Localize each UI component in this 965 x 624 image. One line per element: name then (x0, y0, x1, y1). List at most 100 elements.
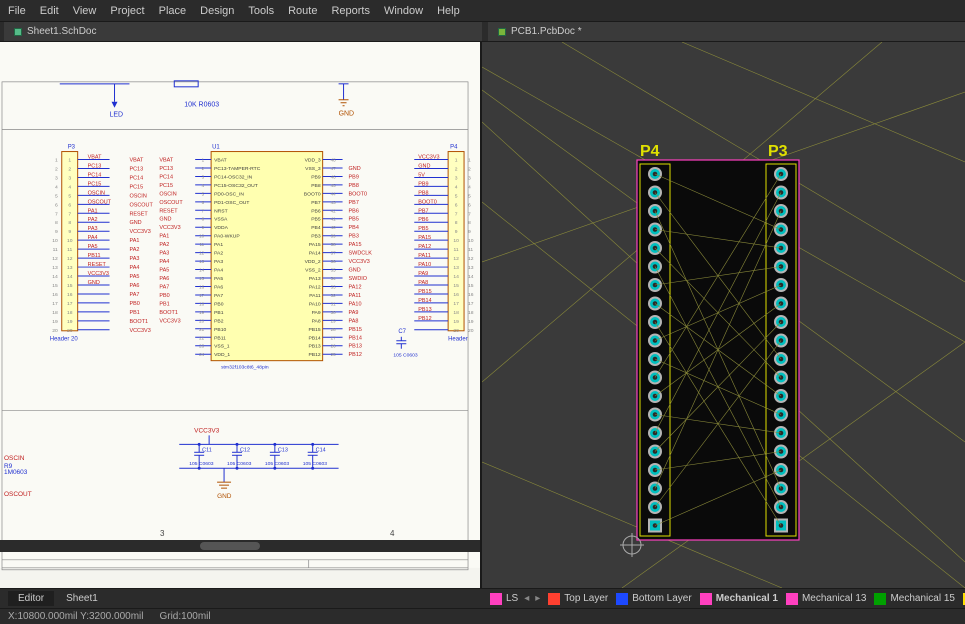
svg-text:PC15: PC15 (129, 184, 143, 190)
menu-reports[interactable]: Reports (331, 5, 370, 17)
svg-text:PC13: PC13 (88, 163, 102, 169)
svg-text:20: 20 (52, 328, 58, 334)
svg-text:PA11: PA11 (349, 293, 362, 299)
editor-tab-sheet[interactable]: Sheet1 (56, 591, 108, 606)
hscroll-thumb[interactable] (200, 542, 260, 550)
svg-text:14: 14 (67, 274, 73, 280)
svg-text:47: 47 (331, 166, 336, 171)
svg-text:PB0: PB0 (159, 293, 169, 299)
svg-text:PB7: PB7 (311, 200, 321, 206)
svg-text:3: 3 (455, 175, 458, 181)
svg-text:PB4: PB4 (349, 225, 359, 231)
svg-text:23: 23 (199, 344, 204, 349)
svg-text:PC14-OSC32_IN: PC14-OSC32_IN (214, 174, 253, 180)
svg-text:PA8: PA8 (349, 318, 359, 324)
layer-label[interactable]: Bottom Layer (632, 593, 691, 604)
svg-text:VCC3V3: VCC3V3 (159, 318, 180, 324)
layer-swatch[interactable] (616, 593, 628, 605)
svg-text:24: 24 (199, 352, 204, 357)
svg-text:PB15: PB15 (418, 289, 431, 295)
menu-place[interactable]: Place (159, 5, 187, 17)
svg-text:PA7: PA7 (159, 284, 169, 290)
layer-swatch[interactable] (700, 593, 712, 605)
tab-schematic[interactable]: Sheet1.SchDoc (4, 22, 482, 41)
svg-text:5: 5 (455, 193, 458, 199)
svg-text:13: 13 (52, 265, 58, 271)
document-tab-bar: Sheet1.SchDoc PCB1.PcbDoc * (0, 22, 965, 42)
layer-label[interactable]: Mechanical 1 (716, 593, 778, 604)
schematic-pane[interactable]: ▼ + ✥ ■ ≡ ─ ╪ ╱ ▸ A ○ · (0, 42, 482, 588)
schematic-canvas[interactable]: LED 10K R0603 GND OSCIN R9 1M0603 OSCOUT… (0, 42, 480, 586)
editor-tab-editor[interactable]: Editor (8, 591, 54, 606)
tab-pcb[interactable]: PCB1.PcbDoc * (488, 22, 965, 41)
layer-swatch[interactable] (786, 593, 798, 605)
svg-text:14: 14 (453, 274, 459, 280)
svg-text:26: 26 (331, 344, 336, 349)
svg-text:12: 12 (67, 256, 73, 262)
svg-text:PA15: PA15 (349, 242, 362, 248)
svg-text:OSCIN: OSCIN (159, 191, 176, 197)
menu-window[interactable]: Window (384, 5, 423, 17)
svg-text:VCC3V3: VCC3V3 (418, 155, 439, 161)
svg-text:15: 15 (453, 283, 459, 289)
menu-help[interactable]: Help (437, 5, 460, 17)
layer-swatch[interactable] (548, 593, 560, 605)
svg-text:PA2: PA2 (214, 251, 223, 257)
svg-text:PC13: PC13 (129, 166, 143, 172)
svg-text:P3: P3 (768, 143, 788, 160)
svg-text:105 C0603: 105 C0603 (303, 461, 328, 467)
layer-swatch[interactable] (874, 593, 886, 605)
pcb-pane[interactable]: ▼ + □ ▥ ▦ ▧ ╱ ? ✦ ▤ ▭ ◧ A ▾ P4 P3 (482, 42, 965, 588)
svg-text:PB1: PB1 (214, 310, 224, 316)
schematic-hscroll[interactable] (0, 540, 482, 552)
layer-label[interactable]: Top Layer (564, 593, 608, 604)
layer-prev-icon[interactable]: ◂ (524, 593, 529, 604)
svg-text:12: 12 (52, 256, 58, 262)
svg-text:13: 13 (453, 265, 459, 271)
svg-text:42: 42 (331, 208, 336, 213)
menu-design[interactable]: Design (200, 5, 234, 17)
svg-text:OSCOUT: OSCOUT (129, 202, 153, 208)
svg-text:48: 48 (331, 158, 336, 163)
svg-text:PC15: PC15 (88, 181, 102, 187)
svg-text:VCC3V3: VCC3V3 (349, 259, 370, 265)
svg-text:PB14: PB14 (418, 298, 431, 304)
svg-text:VCC3V3: VCC3V3 (194, 427, 220, 434)
svg-text:VDD_3: VDD_3 (305, 158, 321, 164)
svg-text:17: 17 (67, 301, 73, 307)
pcb-canvas[interactable]: P4 P3 (482, 42, 965, 588)
menu-edit[interactable]: Edit (40, 5, 59, 17)
svg-text:VDD_2: VDD_2 (305, 259, 321, 265)
svg-text:PC14: PC14 (129, 175, 143, 181)
svg-text:19: 19 (468, 319, 474, 325)
svg-text:14: 14 (468, 274, 474, 280)
svg-text:GND: GND (88, 280, 100, 286)
menu-route[interactable]: Route (288, 5, 317, 17)
svg-text:17: 17 (468, 301, 474, 307)
menu-view[interactable]: View (73, 5, 97, 17)
sheet-page-3: 3 (160, 529, 164, 538)
svg-text:PB8: PB8 (311, 183, 321, 189)
svg-text:C11: C11 (202, 447, 212, 453)
svg-text:RESET: RESET (159, 208, 178, 214)
status-grid: Grid:100mil (159, 611, 210, 622)
layer-label[interactable]: Mechanical 13 (802, 593, 866, 604)
svg-text:105 C0603: 105 C0603 (265, 461, 290, 467)
svg-text:PA2: PA2 (129, 247, 139, 253)
svg-text:OSCIN: OSCIN (88, 190, 105, 196)
svg-text:PA9: PA9 (349, 310, 359, 316)
menu-tools[interactable]: Tools (248, 5, 274, 17)
layer-label[interactable]: Mechanical 15 (890, 593, 954, 604)
editor-tabs: Editor Sheet1 (0, 588, 482, 608)
menu-file[interactable]: File (8, 5, 26, 17)
svg-text:14: 14 (52, 274, 58, 280)
menu-project[interactable]: Project (110, 5, 144, 17)
svg-text:PA15: PA15 (418, 235, 431, 241)
schematic-doc-icon (14, 28, 22, 36)
ls-swatch[interactable] (490, 593, 502, 605)
svg-text:20: 20 (67, 328, 73, 334)
svg-text:PA10: PA10 (418, 262, 431, 268)
svg-text:15: 15 (67, 283, 73, 289)
svg-text:PC13-TAMPER-RTC: PC13-TAMPER-RTC (214, 166, 261, 172)
svg-text:21: 21 (199, 327, 204, 332)
